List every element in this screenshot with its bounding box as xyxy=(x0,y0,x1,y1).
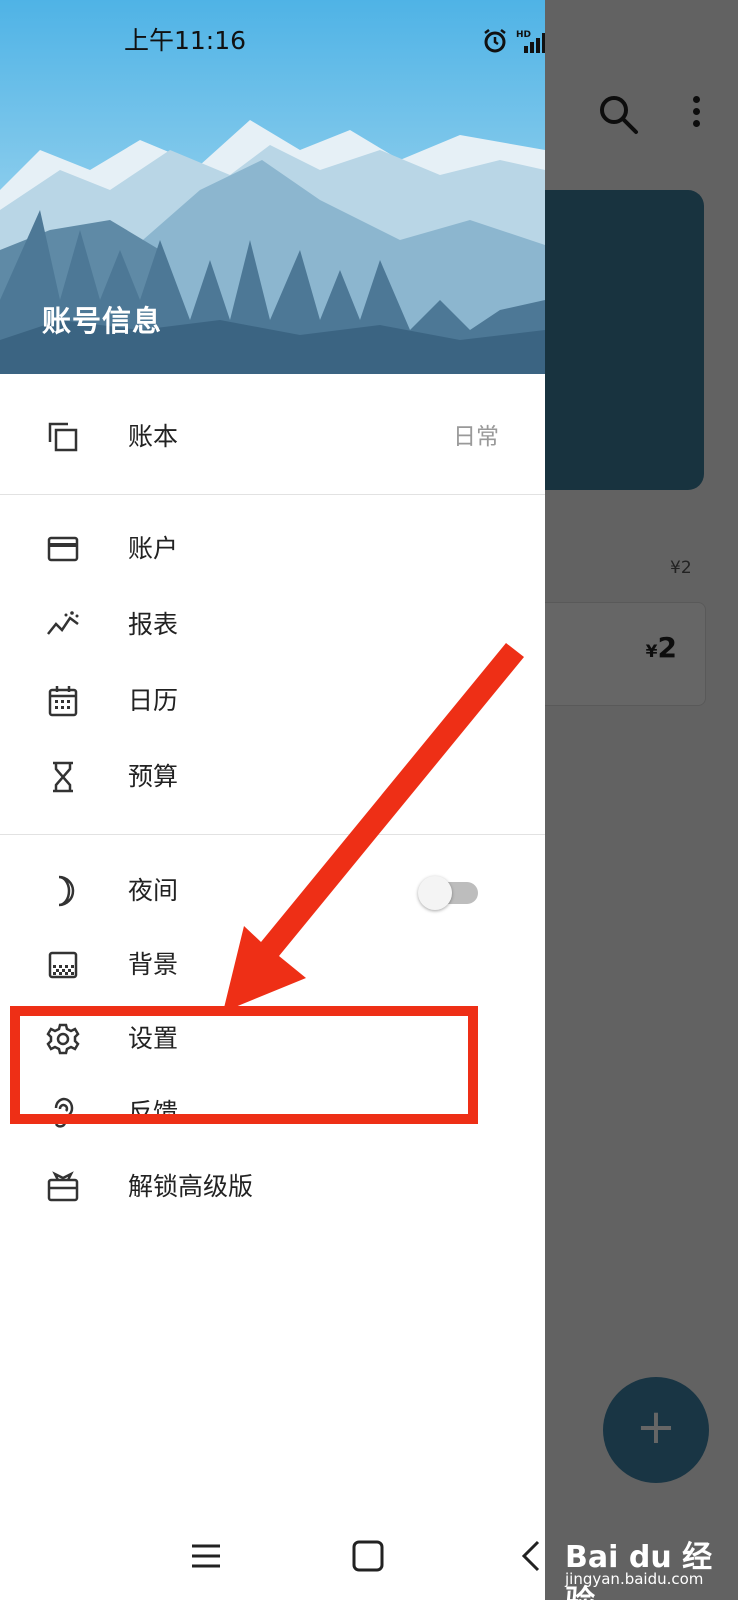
baidu-watermark-url: jingyan.baidu.com xyxy=(565,1570,704,1588)
annotation-highlight-box xyxy=(10,1006,478,1124)
home-nav-icon[interactable] xyxy=(348,1536,388,1576)
back-nav-icon[interactable] xyxy=(512,1536,552,1576)
annotation-arrow-icon xyxy=(223,643,524,1012)
menu-nav-icon[interactable] xyxy=(186,1536,226,1576)
